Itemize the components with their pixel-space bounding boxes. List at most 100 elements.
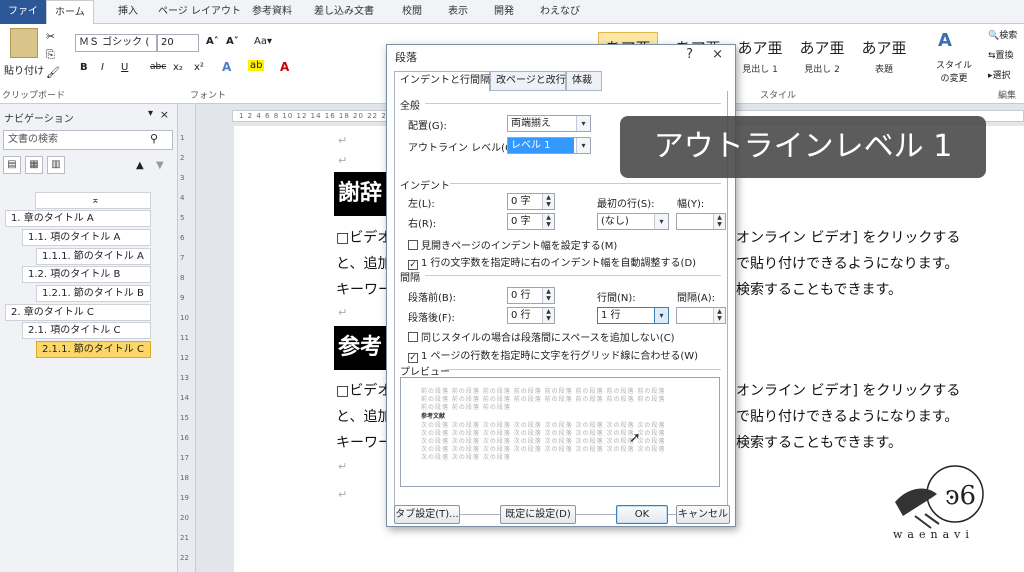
nav-item-subsection-c[interactable]: 2.1.1. 節のタイトル C xyxy=(36,341,151,358)
set-default-button[interactable]: 既定に設定(D) xyxy=(500,505,576,524)
tab-indent-spacing[interactable]: インデントと行間隔 xyxy=(394,71,490,92)
change-case-icon[interactable]: Aa▾ xyxy=(254,36,272,47)
cancel-button[interactable]: キャンセル xyxy=(676,505,730,524)
nav-close-icon[interactable]: × xyxy=(160,108,169,121)
general-section-label: 全般 xyxy=(400,101,420,112)
doc-line-right[interactable]: で貼り付けできるようになります。 xyxy=(736,406,958,426)
change-styles-icon[interactable]: A xyxy=(938,30,952,51)
change-styles-button[interactable]: スタイルの変更 xyxy=(932,58,976,84)
mirror-indents-checkbox[interactable]: 見開きページのインデント幅を設定する(M) xyxy=(408,237,617,252)
help-icon[interactable]: ? xyxy=(686,47,693,62)
find-button[interactable]: 🔍検索 xyxy=(988,28,1017,41)
nav-item-section-b[interactable]: 1.2. 項のタイトル B xyxy=(22,266,151,283)
doc-line[interactable]: と、追加 xyxy=(336,406,391,426)
style-heading-1[interactable]: あア亜 見出し 1 xyxy=(730,32,790,80)
select-button[interactable]: ▸選択 xyxy=(988,68,1011,81)
nav-item-subsection-b[interactable]: 1.2.1. 節のタイトル B xyxy=(36,285,151,302)
tab-mailings[interactable]: 差し込み文書 xyxy=(306,0,382,24)
font-color-icon[interactable]: A xyxy=(280,60,289,74)
tab-developer[interactable]: 開発 xyxy=(486,0,522,24)
doc-line[interactable]: と、追加 xyxy=(336,253,391,273)
text-effects-icon[interactable]: A xyxy=(222,60,231,74)
spin-arrows-icon[interactable]: ▲ ▼ xyxy=(713,214,725,229)
strikethrough-button[interactable]: abc xyxy=(150,62,166,72)
spacing-before-spinner[interactable]: 0 行 ▲ ▼ xyxy=(507,287,555,304)
nav-item-section-c[interactable]: 2.1. 項のタイトル C xyxy=(22,322,151,339)
style-heading-2[interactable]: あア亜 見出し 2 xyxy=(792,32,852,80)
spin-arrows-icon[interactable]: ▲ ▼ xyxy=(542,194,554,209)
first-line-select[interactable]: (なし) ▾ xyxy=(597,213,669,230)
doc-line-right[interactable]: 検索することもできます。 xyxy=(736,279,902,299)
font-size-box[interactable]: 20 xyxy=(157,34,199,52)
tab-typography[interactable]: 体裁 xyxy=(566,71,602,91)
bold-button[interactable]: B xyxy=(80,62,88,73)
subscript-button[interactable]: x₂ xyxy=(173,62,183,73)
search-icon[interactable]: ⚲ xyxy=(150,132,158,145)
indent-right-spinner[interactable]: 0 字 ▲ ▼ xyxy=(507,213,555,230)
nav-down-icon[interactable]: ▼ xyxy=(156,160,164,171)
nav-item-subsection-a[interactable]: 1.1.1. 節のタイトル A xyxy=(36,248,151,265)
underline-button[interactable]: U xyxy=(121,62,128,73)
font-name-box[interactable]: ＭＳ ゴシック ( xyxy=(75,34,157,52)
doc-line[interactable]: □ビデオ xyxy=(336,380,391,400)
paste-icon[interactable] xyxy=(10,28,38,58)
spin-arrows-icon[interactable]: ▲ ▼ xyxy=(542,308,554,323)
tabs-button[interactable]: タブ設定(T)... xyxy=(394,505,460,524)
style-title[interactable]: あア亜 表題 xyxy=(854,32,914,80)
format-painter-icon[interactable]: 🖌 xyxy=(46,66,60,79)
shrink-font-icon[interactable]: A˅ xyxy=(226,36,239,47)
nav-menu-icon[interactable]: ▾ xyxy=(148,108,153,119)
tab-line-page-breaks[interactable]: 改ページと改行 xyxy=(490,71,566,91)
doc-line-right[interactable]: オンライン ビデオ] をクリックする xyxy=(736,227,960,247)
italic-button[interactable]: I xyxy=(101,62,104,73)
tab-references[interactable]: 参考資料 xyxy=(244,0,300,24)
tab-review[interactable]: 校閲 xyxy=(394,0,430,24)
nav-search-input[interactable]: 文書の検索 xyxy=(3,130,173,150)
ok-button[interactable]: OK xyxy=(616,505,668,524)
close-icon[interactable]: × xyxy=(712,47,723,62)
alignment-select[interactable]: 両端揃え ▾ xyxy=(507,115,591,132)
snap-to-grid-checkbox[interactable]: ✓ 1 ページの行数を指定時に文字を行グリッド線に合わせる(W) xyxy=(408,347,698,363)
cut-icon[interactable]: ✂ xyxy=(46,30,55,43)
replace-button[interactable]: ⇆置換 xyxy=(988,48,1014,61)
tab-insert[interactable]: 挿入 xyxy=(110,0,146,24)
headings-view-icon[interactable]: ▤ xyxy=(3,156,21,174)
tab-waenavi[interactable]: わえなび xyxy=(532,0,588,24)
doc-line-right[interactable]: で貼り付けできるようになります。 xyxy=(736,253,958,273)
line-spacing-select[interactable]: 1 行 ▾ xyxy=(597,307,669,324)
doc-line-right[interactable]: オンライン ビデオ] をクリックする xyxy=(736,380,960,400)
tab-view[interactable]: 表示 xyxy=(440,0,476,24)
superscript-button[interactable]: x² xyxy=(194,62,204,73)
nav-collapse-all[interactable]: ⌅ xyxy=(35,192,151,209)
doc-line-right[interactable]: 検索することもできます。 xyxy=(736,432,902,452)
pages-view-icon[interactable]: ▦ xyxy=(25,156,43,174)
results-view-icon[interactable]: ▥ xyxy=(47,156,65,174)
tab-page-layout[interactable]: ページ レイアウト xyxy=(150,0,249,24)
nav-up-icon[interactable]: ▲ xyxy=(136,160,144,171)
doc-heading-references[interactable]: 参考 xyxy=(334,326,388,370)
doc-line[interactable]: □ビデオ xyxy=(336,227,391,247)
indent-left-spinner[interactable]: 0 字 ▲ ▼ xyxy=(507,193,555,210)
nav-item-chapter-c[interactable]: 2. 章のタイトル C xyxy=(5,304,151,321)
spin-arrows-icon[interactable]: ▲ ▼ xyxy=(542,214,554,229)
same-style-spacing-checkbox[interactable]: 同じスタイルの場合は段落間にスペースを追加しない(C) xyxy=(408,329,675,344)
spacing-after-spinner[interactable]: 0 行 ▲ ▼ xyxy=(507,307,555,324)
paste-button[interactable]: 貼り付け xyxy=(4,62,44,77)
auto-adjust-indent-checkbox[interactable]: ✓ 1 行の文字数を指定時に右のインデント幅を自動調整する(D) xyxy=(408,254,696,270)
nav-item-chapter-a[interactable]: 1. 章のタイトル A xyxy=(5,210,151,227)
tab-home[interactable]: ホーム xyxy=(46,0,94,25)
grow-font-icon[interactable]: A˄ xyxy=(206,36,219,47)
tab-file[interactable]: ファイル xyxy=(0,0,46,41)
doc-line[interactable]: キーワー xyxy=(336,432,392,452)
spacing-at-spinner[interactable]: ▲ ▼ xyxy=(676,307,726,324)
outline-level-select[interactable]: レベル 1 ▾ xyxy=(507,137,591,154)
doc-line[interactable]: キーワー xyxy=(336,279,392,299)
outline-level-label: アウトライン レベル(O): xyxy=(408,143,521,154)
spin-arrows-icon[interactable]: ▲ ▼ xyxy=(713,308,725,323)
indent-by-spinner[interactable]: ▲ ▼ xyxy=(676,213,726,230)
spin-arrows-icon[interactable]: ▲ ▼ xyxy=(542,288,554,303)
highlight-icon[interactable]: ab xyxy=(248,60,265,71)
doc-heading-acknowledgements[interactable]: 謝辞 xyxy=(334,172,388,216)
nav-item-section-a[interactable]: 1.1. 項のタイトル A xyxy=(22,229,151,246)
copy-icon[interactable]: ⎘ xyxy=(46,48,55,62)
